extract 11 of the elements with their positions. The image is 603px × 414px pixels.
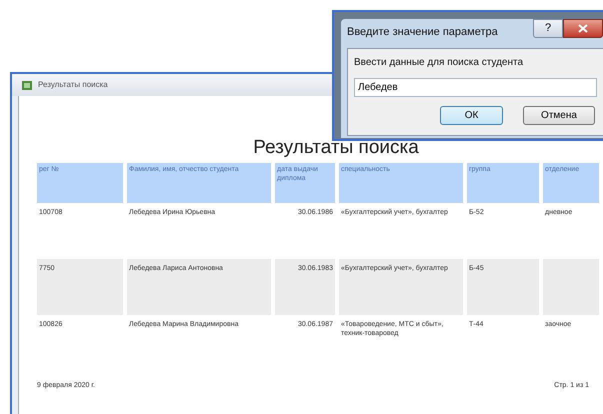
help-button[interactable]: ? <box>533 18 563 38</box>
report-icon <box>22 80 32 90</box>
close-icon <box>578 24 588 32</box>
cancel-button[interactable]: Отмена <box>523 106 595 125</box>
report-heading: Результаты поиска <box>252 138 420 157</box>
window-title: Результаты поиска <box>38 79 108 91</box>
input-field[interactable]: Лебедев <box>354 78 597 97</box>
ok-button[interactable]: ОК <box>440 106 503 125</box>
close-button[interactable] <box>563 18 603 38</box>
dialog-title: Введите значение параметра <box>347 24 499 40</box>
prompt-label: Ввести данные для поиска студента <box>354 56 524 70</box>
